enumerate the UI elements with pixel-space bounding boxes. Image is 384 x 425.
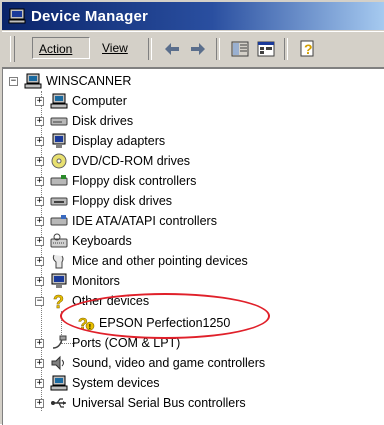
device-tree[interactable]: − WINSCANNER + Computer + Disk drives + … [2,68,384,425]
expand-icon[interactable]: + [35,338,44,348]
forward-arrow-icon[interactable] [188,39,208,59]
expand-icon[interactable]: + [35,256,44,266]
tree-item-label: IDE ATA/ATAPI controllers [72,214,217,228]
expand-icon[interactable]: + [35,196,44,206]
keyboard-icon [50,233,68,248]
toolbar: Action View ? [2,31,384,68]
tree-item-sound[interactable]: + Sound, video and game controllers [35,353,265,373]
tree-item-mice[interactable]: + Mice and other pointing devices [35,251,248,271]
tree-item-epson-scanner[interactable]: ? ! EPSON Perfection1250 [77,313,231,333]
tree-item-system-devices[interactable]: + System devices [35,373,160,393]
tree-item-label: Display adapters [72,134,166,148]
device-manager-window: Device Manager Action View ? − WINSCANNE… [0,0,384,425]
tree-item-monitors[interactable]: + Monitors [35,271,120,291]
action-menu-label: Action [39,42,73,56]
sound-icon [51,355,64,371]
tree-item-ports[interactable]: + Ports (COM & LPT) [35,333,180,353]
device-manager-icon [8,8,26,24]
toolbar-grip[interactable] [10,36,15,62]
expand-icon[interactable]: + [35,96,44,106]
unknown-device-icon: ? [53,293,65,309]
tree-item-keyboards[interactable]: + Keyboards [35,231,132,251]
window-title: Device Manager [31,7,149,25]
usb-icon [51,398,66,408]
back-arrow-icon[interactable] [162,39,182,59]
tree-item-label: Mice and other pointing devices [72,254,248,268]
disk-drive-icon [50,117,68,126]
tree-item-label: Monitors [72,274,120,288]
expand-icon[interactable]: + [35,276,44,286]
display-adapter-icon [52,133,66,148]
toolbar-separator [216,38,220,60]
tree-item-label: Sound, video and game controllers [72,356,266,370]
tree-item-label: EPSON Perfection1250 [99,316,231,330]
expand-icon[interactable]: + [35,136,44,146]
expand-icon[interactable]: + [35,116,44,126]
tree-root-node[interactable]: − WINSCANNER [9,71,131,91]
system-device-icon [50,375,68,391]
tree-item-floppy-drives[interactable]: + Floppy disk drives [35,191,172,211]
floppy-drive-icon [50,197,68,206]
show-hide-tree-icon[interactable] [230,39,250,59]
view-menu-button[interactable]: View [96,37,138,59]
help-icon[interactable]: ? [298,39,318,59]
tree-item-label: DVD/CD-ROM drives [72,154,191,168]
computer-icon [24,73,42,89]
tree-item-label: Ports (COM & LPT) [72,336,181,350]
tree-item-label: Universal Serial Bus controllers [72,396,246,410]
tree-item-disk-drives[interactable]: + Disk drives [35,111,133,131]
svg-text:?: ? [304,41,313,57]
tree-item-label: System devices [72,376,160,390]
port-icon [52,335,67,349]
tree-item-display-adapters[interactable]: + Display adapters [35,131,165,151]
view-menu-label: View [102,41,128,55]
tree-item-floppy-controllers[interactable]: + Floppy disk controllers [35,171,196,191]
tree-item-label: Computer [72,94,127,108]
warning-device-icon: ? ! [78,316,95,331]
action-menu-button[interactable]: Action [32,37,90,59]
expand-icon[interactable]: + [35,176,44,186]
collapse-icon[interactable]: − [35,296,44,306]
expand-icon[interactable]: + [35,216,44,226]
expand-icon[interactable]: + [35,398,44,408]
mouse-icon [52,254,64,269]
tree-root-label: WINSCANNER [46,74,132,88]
tree-item-label: Disk drives [72,114,134,128]
floppy-controller-icon [50,175,68,186]
tree-item-usb-controllers[interactable]: + Universal Serial Bus controllers [35,393,246,413]
title-bar[interactable]: Device Manager [2,2,384,30]
toolbar-separator [284,38,288,60]
properties-icon[interactable] [256,39,276,59]
collapse-icon[interactable]: − [9,76,18,86]
monitor-icon [51,273,67,288]
ide-controller-icon [50,215,68,226]
tree-item-label: Floppy disk drives [72,194,173,208]
tree-item-label: Floppy disk controllers [72,174,197,188]
tree-item-computer[interactable]: + Computer [35,91,127,111]
svg-text:?: ? [78,316,88,331]
tree-item-label: Keyboards [72,234,132,248]
tree-item-other-devices[interactable]: − ? Other devices [35,291,149,311]
svg-text:!: ! [89,324,91,331]
tree-item-label: Other devices [72,294,150,308]
computer-icon [50,93,68,109]
dvd-drive-icon [51,153,67,169]
expand-icon[interactable]: + [35,358,44,368]
svg-text:?: ? [53,293,64,309]
tree-item-ide-controllers[interactable]: + IDE ATA/ATAPI controllers [35,211,217,231]
tree-item-dvd-drives[interactable]: + DVD/CD-ROM drives [35,151,190,171]
expand-icon[interactable]: + [35,236,44,246]
expand-icon[interactable]: + [35,156,44,166]
toolbar-separator [148,38,152,60]
expand-icon[interactable]: + [35,378,44,388]
